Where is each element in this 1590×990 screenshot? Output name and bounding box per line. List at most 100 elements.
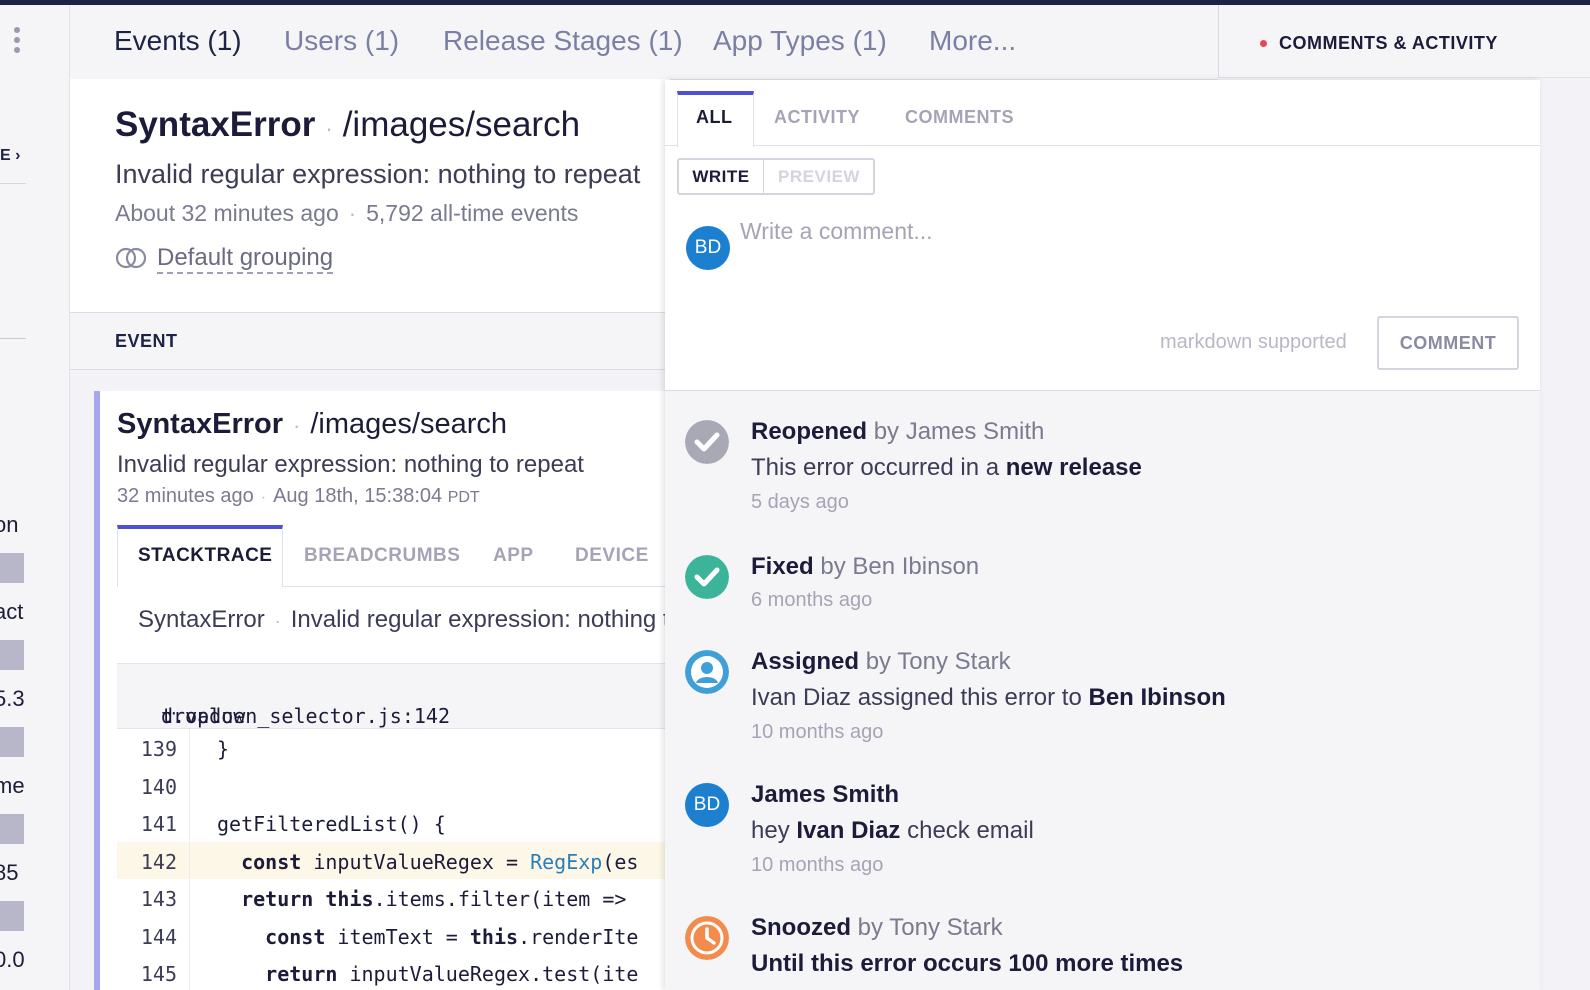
tab-more[interactable]: More... [929, 25, 1016, 57]
activity-action: Reopened [751, 418, 868, 445]
event-section-bar: EVENT [70, 312, 670, 370]
activity-time: 10 months ago [751, 854, 884, 876]
sidebar-stat-label: on [0, 512, 19, 537]
error-time: About 32 minutes ago [115, 200, 339, 226]
sidebar-stat-label: act [0, 599, 24, 624]
error-event-count: 5,792 all-time events [366, 200, 579, 226]
line-number: 141 [140, 812, 177, 836]
code-line: 143 return this.items.filter(item => [117, 879, 674, 917]
markdown-note: markdown supported [1160, 331, 1347, 353]
error-title: SyntaxError ·/images/search [115, 105, 581, 144]
grouping-link[interactable]: Default grouping [115, 244, 334, 274]
preview-button[interactable]: PREVIEW [765, 160, 873, 193]
activity-action: Snoozed [751, 914, 851, 941]
event-tabs: STACKTRACE BREADCRUMBS APP DEVICE [117, 525, 674, 587]
line-source: } [217, 737, 230, 761]
code-line: 141 getFilteredList() { [117, 804, 674, 842]
event-title: SyntaxError ·/images/search [117, 408, 507, 440]
divider [0, 183, 26, 184]
comment-mention: Ivan Diaz [796, 817, 901, 844]
tab-stacktrace[interactable]: STACKTRACE [138, 545, 272, 567]
error-header: SyntaxError ·/images/search Invalid regul… [70, 79, 670, 312]
sidebar-stat-label: 5.3 [0, 686, 25, 711]
sidebar-stat-bar [0, 901, 24, 931]
tab-all[interactable]: ALL [696, 107, 733, 128]
line-source: getFilteredList() { [217, 812, 446, 836]
fixed-icon [685, 555, 729, 599]
comments-activity-toggle[interactable]: COMMENTS & ACTIVITY [1218, 5, 1590, 78]
activity-detail: Ivan Diaz assigned this error to [751, 684, 1089, 711]
activity-time: 10 months ago [751, 721, 884, 743]
code-line: 140 [117, 766, 674, 804]
summary-class: SyntaxError [138, 606, 265, 633]
tab-events[interactable]: Events (1) [114, 25, 242, 57]
write-preview-toggle: WRITE PREVIEW [677, 158, 875, 195]
line-source: return inputValueRegex.test(ite [265, 962, 639, 986]
line-number: 142 [140, 849, 177, 874]
sidebar-stat-label: me [0, 773, 25, 798]
line-source: const inputValueRegex = RegExp(es [241, 849, 639, 874]
sidebar-stat-bar [0, 553, 24, 583]
comment-text: check email [900, 817, 1034, 844]
activity-detail: This error occurred in a [751, 454, 1006, 481]
comments-activity-panel: ALL ACTIVITY COMMENTS WRITE PREVIEW BD m… [665, 80, 1540, 990]
activity-actor: by Tony Stark [865, 648, 1011, 675]
sidebar-stat-bar [0, 814, 24, 844]
error-meta: About 32 minutes ago · 5,792 all-time even… [115, 200, 579, 226]
activity-feed: Reopened by James Smith This error occur… [665, 390, 1540, 990]
tab-release-stages[interactable]: Release Stages (1) [443, 25, 683, 57]
stack-frame-header[interactable]: dropdown_selector.js:142 · t.value [117, 663, 674, 729]
code-line: 145 return inputValueRegex.test(ite [117, 954, 674, 990]
line-source: return this.items.filter(item => [241, 887, 627, 911]
sidebar-stat-bar [0, 727, 24, 757]
summary-message: Invalid regular expression: nothing t [290, 606, 670, 633]
tab-app-types[interactable]: App Types (1) [713, 25, 887, 57]
activity-actor: by James Smith [873, 418, 1045, 445]
event-class: SyntaxError [117, 408, 284, 440]
activity-detail-bold: Ben Ibinson [1088, 684, 1226, 711]
tab-users[interactable]: Users (1) [284, 25, 399, 57]
tab-app[interactable]: APP [493, 545, 534, 567]
activity-action: Fixed [751, 553, 814, 580]
line-number: 140 [140, 774, 177, 799]
error-class: SyntaxError [115, 105, 316, 144]
line-number: 145 [140, 962, 177, 986]
tab-device[interactable]: DEVICE [575, 545, 649, 567]
avatar: BD [686, 226, 730, 270]
activity-actor: by Tony Stark [857, 914, 1003, 941]
comment-author: James Smith [751, 781, 900, 808]
frame-method: t.value [161, 704, 246, 728]
reopened-icon [685, 420, 729, 464]
line-number: 139 [140, 737, 177, 761]
comment-text: hey [751, 817, 797, 844]
line-number: 144 [140, 924, 177, 949]
activity-detail-bold: new release [1005, 454, 1142, 481]
event-card: SyntaxError ·/images/search Invalid regul… [94, 391, 674, 990]
sidebar-stat-label: 85 [0, 860, 19, 885]
event-timestamp: Aug 18th, 15:38:04 [273, 485, 443, 507]
comment-button[interactable]: COMMENT [1377, 316, 1519, 370]
snoozed-icon [685, 916, 729, 960]
code-line: 144 const itemText = this.renderIte [117, 916, 674, 954]
event-meta: 32 minutes ago · Aug 18th, 15:38:04 PDT [117, 485, 480, 507]
tab-breadcrumbs[interactable]: BREADCRUMBS [304, 545, 460, 567]
sidebar-stat-bar [0, 640, 24, 670]
divider [0, 338, 26, 339]
code-line: 139} [117, 729, 674, 767]
panel-tabs: ALL ACTIVITY COMMENTS [665, 80, 1540, 147]
event-timezone: PDT [447, 489, 480, 506]
activity-time: 6 months ago [751, 589, 873, 611]
write-button[interactable]: WRITE [679, 160, 764, 193]
tab-comments[interactable]: COMMENTS [905, 107, 1014, 128]
line-number: 143 [140, 887, 177, 911]
comments-activity-label: COMMENTS & ACTIVITY [1279, 33, 1498, 53]
grouping-icon [115, 247, 147, 269]
activity-actor: by Ben Ibinson [820, 553, 980, 580]
kebab-menu-icon[interactable] [14, 27, 22, 57]
event-relative-time: 32 minutes ago [117, 485, 254, 507]
sidebar-breadcrumb[interactable]: E › [0, 147, 20, 165]
tab-activity[interactable]: ACTIVITY [774, 107, 860, 128]
event-section-label: EVENT [115, 331, 178, 351]
comment-input[interactable] [740, 218, 1500, 308]
code-block: 139} 140 141 getFilteredList() { 142 cons… [117, 729, 674, 990]
